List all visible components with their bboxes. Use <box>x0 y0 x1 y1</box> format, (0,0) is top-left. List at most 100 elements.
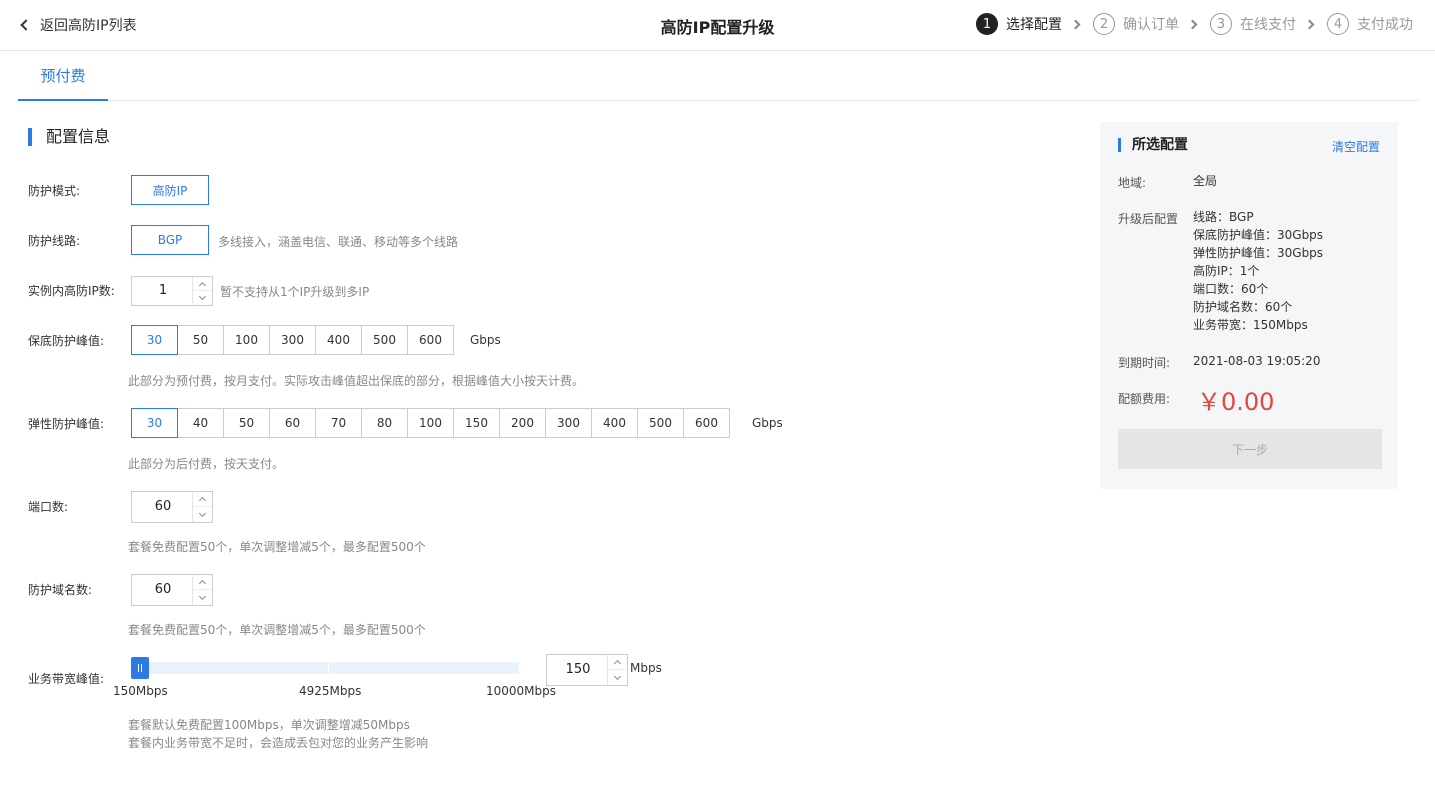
chevron-down-icon <box>613 672 622 680</box>
step-4-number: 4 <box>1327 13 1349 35</box>
stepper-arrows <box>192 575 212 605</box>
back-to-list-link[interactable]: 返回高防IP列表 <box>20 16 137 34</box>
ports-label: 端口数: <box>28 500 69 514</box>
elastic-peak-option-200[interactable]: 200 <box>499 408 546 438</box>
step-4: 4 支付成功 <box>1327 13 1413 35</box>
base-peak-option-600[interactable]: 600 <box>407 325 454 355</box>
mode-option-high-defense-ip[interactable]: 高防IP <box>131 175 209 205</box>
bandwidth-value[interactable]: 150 <box>547 655 609 685</box>
upgrade-line: 弹性防护峰值：30Gbps <box>1193 246 1324 260</box>
elastic-peak-option-100[interactable]: 100 <box>407 408 454 438</box>
elastic-peak-option-600[interactable]: 600 <box>683 408 730 438</box>
domains-stepper[interactable]: 60 <box>131 574 213 606</box>
elastic-peak-option-80[interactable]: 80 <box>361 408 408 438</box>
chevron-right-icon <box>1187 19 1198 29</box>
decrement-button[interactable] <box>193 590 212 605</box>
chevron-down-icon <box>198 292 207 301</box>
chevron-down-icon <box>198 592 207 600</box>
domains-label: 防护域名数: <box>28 583 93 597</box>
step-1-number: 1 <box>976 13 998 35</box>
upgrade-label: 升级后配置 <box>1118 212 1179 226</box>
slider-segment-divider <box>328 662 329 674</box>
base-peak-option-300[interactable]: 300 <box>269 325 316 355</box>
line-option-bgp[interactable]: BGP <box>131 225 209 255</box>
bandwidth-slider-track[interactable] <box>131 662 519 674</box>
elastic-peak-option-50[interactable]: 50 <box>223 408 270 438</box>
stepper-arrows <box>192 492 212 522</box>
expire-value: 2021-08-03 19:05:20 <box>1193 354 1321 368</box>
clear-config-link[interactable]: 清空配置 <box>1332 138 1380 155</box>
increment-button[interactable] <box>193 575 212 590</box>
step-3-label: 在线支付 <box>1240 17 1296 33</box>
upgrade-line: 高防IP：1个 <box>1193 264 1260 278</box>
elastic-peak-option-500[interactable]: 500 <box>637 408 684 438</box>
step-1: 1 选择配置 <box>976 13 1062 35</box>
ip-count-stepper[interactable]: 1 <box>131 276 213 306</box>
bandwidth-max-label: 10000Mbps <box>486 684 557 698</box>
upgrade-line: 端口数：60个 <box>1193 282 1269 296</box>
decrement-button[interactable] <box>608 670 627 685</box>
elastic-peak-option-60[interactable]: 60 <box>269 408 316 438</box>
fee-label: 配额费用: <box>1118 392 1171 406</box>
region-label: 地域: <box>1118 176 1147 190</box>
step-2: 2 确认订单 <box>1093 13 1179 35</box>
domains-value[interactable]: 60 <box>132 575 194 605</box>
step-2-label: 确认订单 <box>1123 17 1179 33</box>
elastic-peak-option-400[interactable]: 400 <box>591 408 638 438</box>
domains-hint: 套餐免费配置50个，单次调整增减5个，最多配置500个 <box>128 623 426 637</box>
bandwidth-min-label: 150Mbps <box>113 684 168 698</box>
elastic-peak-unit: Gbps <box>752 416 783 430</box>
tab-prepaid[interactable]: 预付费 <box>18 51 108 101</box>
base-peak-option-400[interactable]: 400 <box>315 325 362 355</box>
mode-label: 防护模式: <box>28 184 81 198</box>
grip-line <box>138 664 139 672</box>
selected-config-panel: 所选配置 清空配置 地域: 全局 升级后配置 线路：BGP 保底防护峰值：30G… <box>1100 122 1398 489</box>
chevron-down-icon <box>198 509 207 517</box>
base-peak-hint: 此部分为预付费，按月支付。实际攻击峰值超出保底的部分，根据峰值大小按天计费。 <box>128 374 585 388</box>
base-peak-option-30[interactable]: 30 <box>131 325 178 355</box>
ports-hint: 套餐免费配置50个，单次调整增减5个，最多配置500个 <box>128 540 426 554</box>
decrement-button[interactable] <box>193 507 212 522</box>
bandwidth-stepper[interactable]: 150 <box>546 654 628 686</box>
step-4-label: 支付成功 <box>1357 17 1413 33</box>
base-peak-label: 保底防护峰值: <box>28 334 105 348</box>
elastic-peak-option-300[interactable]: 300 <box>545 408 592 438</box>
chevron-left-icon <box>20 19 32 31</box>
step-2-number: 2 <box>1093 13 1115 35</box>
upgrade-line: 线路：BGP <box>1193 210 1254 224</box>
base-peak-option-500[interactable]: 500 <box>361 325 408 355</box>
ip-count-value[interactable]: 1 <box>132 277 194 305</box>
stepper-arrows <box>607 655 627 685</box>
chevron-up-icon <box>613 659 622 668</box>
ports-stepper[interactable]: 60 <box>131 491 213 523</box>
elastic-peak-option-40[interactable]: 40 <box>177 408 224 438</box>
increment-button[interactable] <box>608 655 627 670</box>
expire-label: 到期时间: <box>1118 356 1171 370</box>
upgrade-line: 防护域名数：60个 <box>1193 300 1293 314</box>
base-peak-option-50[interactable]: 50 <box>177 325 224 355</box>
line-label: 防护线路: <box>28 234 81 248</box>
stepper-arrows <box>192 277 212 305</box>
ports-value[interactable]: 60 <box>132 492 194 522</box>
base-peak-unit: Gbps <box>470 333 501 347</box>
elastic-peak-option-150[interactable]: 150 <box>453 408 500 438</box>
elastic-peak-option-70[interactable]: 70 <box>315 408 362 438</box>
upgrade-line: 保底防护峰值：30Gbps <box>1193 228 1324 242</box>
bandwidth-mid-label: 4925Mbps <box>299 684 362 698</box>
elastic-peak-option-30[interactable]: 30 <box>131 408 178 438</box>
step-3: 3 在线支付 <box>1210 13 1296 35</box>
billing-tabs: 预付费 <box>18 51 1419 101</box>
next-step-button[interactable]: 下一步 <box>1118 429 1382 469</box>
chevron-up-icon <box>198 281 207 289</box>
line-hint: 多线接入，涵盖电信、联通、移动等多个线路 <box>218 235 459 249</box>
step-1-label: 选择配置 <box>1006 17 1062 33</box>
increment-button[interactable] <box>193 277 212 291</box>
bandwidth-slider-handle[interactable] <box>131 657 149 679</box>
decrement-button[interactable] <box>193 291 212 305</box>
increment-button[interactable] <box>193 492 212 507</box>
section-title: 配置信息 <box>28 128 110 146</box>
base-peak-option-100[interactable]: 100 <box>223 325 270 355</box>
chevron-right-icon <box>1304 19 1315 29</box>
grip-line <box>141 664 142 672</box>
panel-title: 所选配置 <box>1118 138 1188 152</box>
